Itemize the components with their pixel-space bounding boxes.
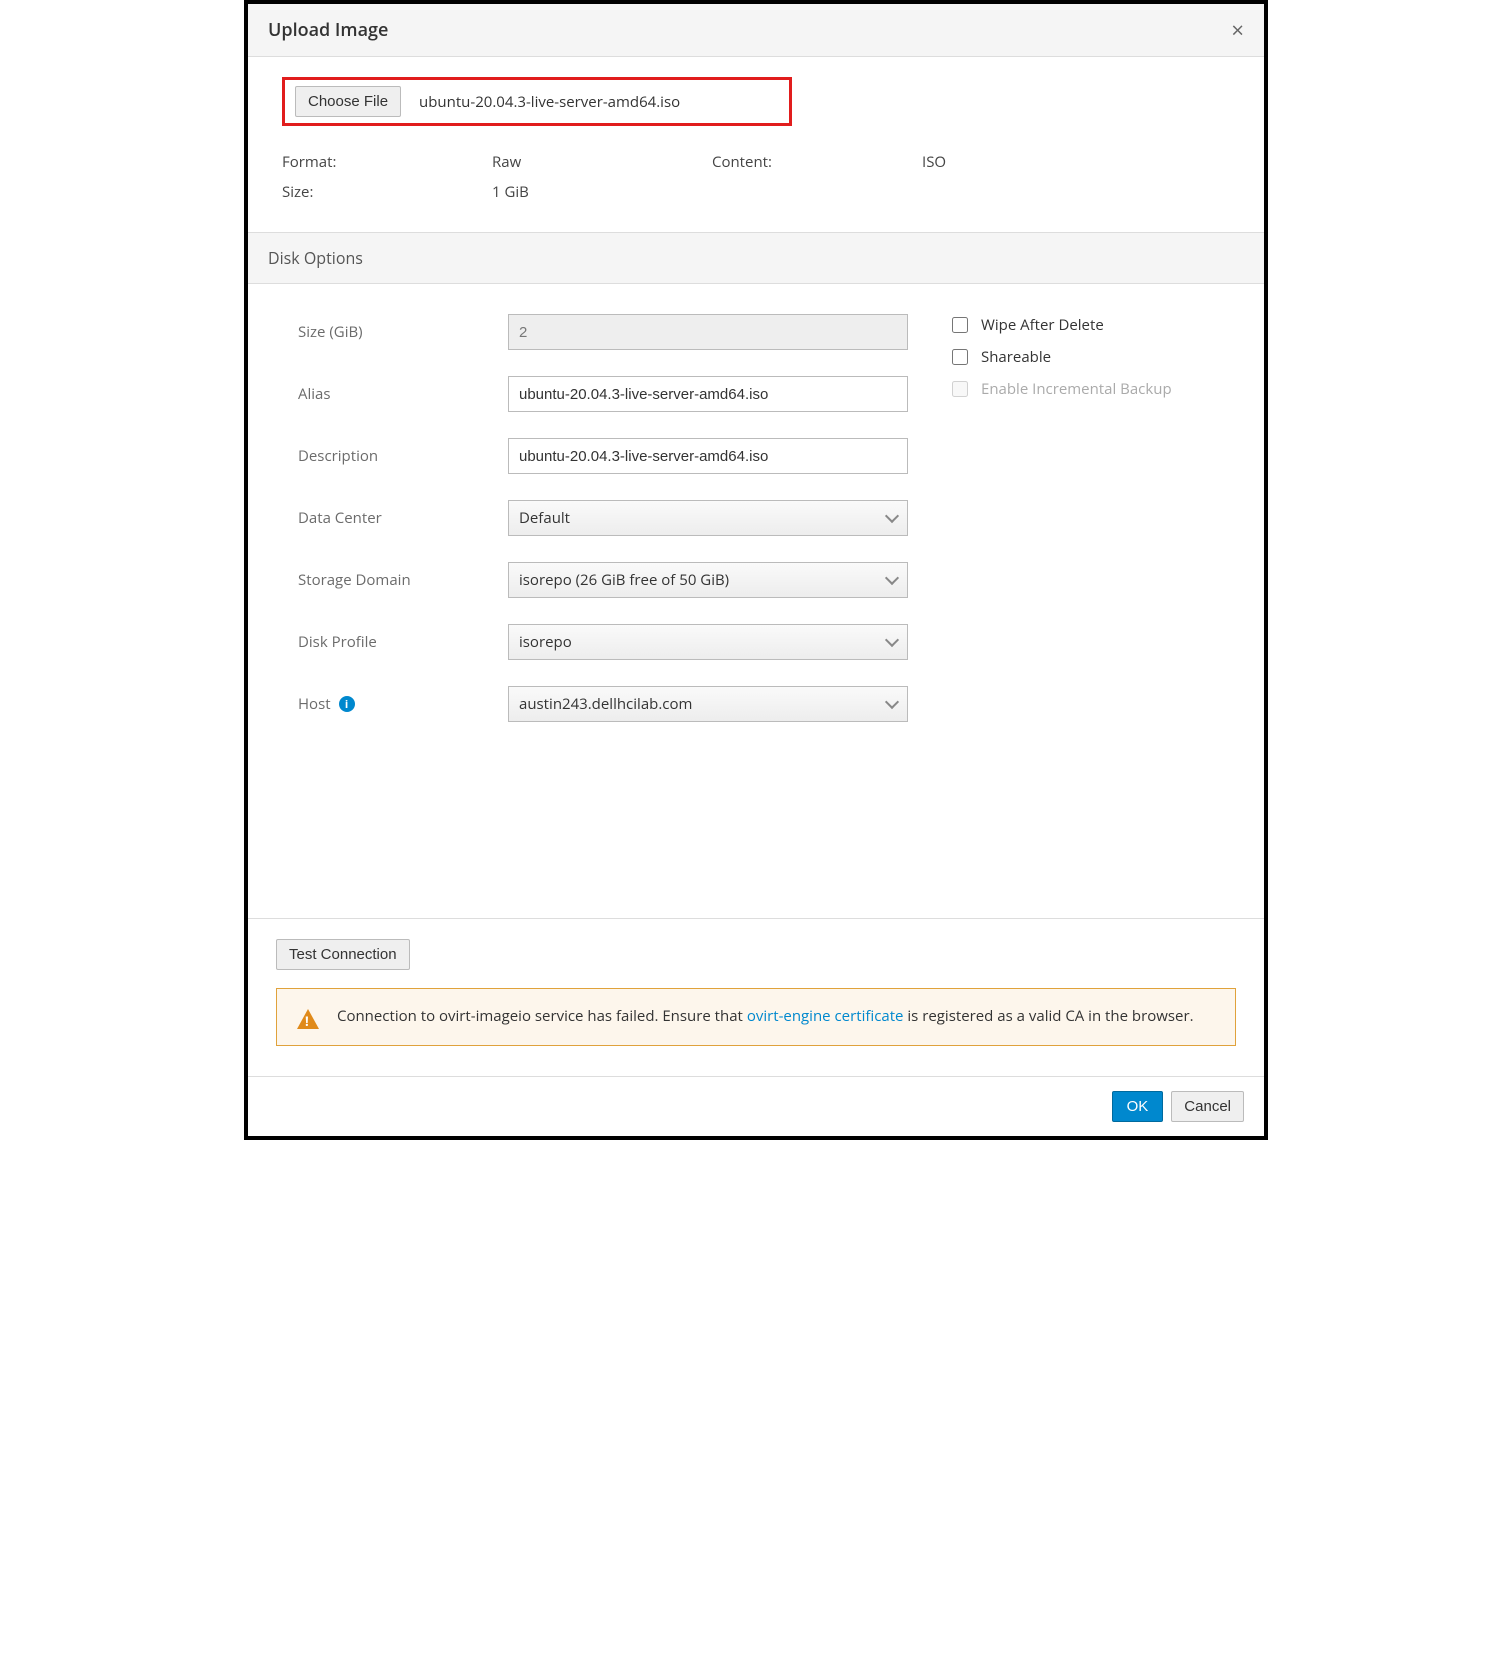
disk-profile-label: Disk Profile xyxy=(298,632,508,652)
shareable-input[interactable] xyxy=(952,349,968,365)
wipe-after-delete-checkbox[interactable]: Wipe After Delete xyxy=(948,314,1214,336)
incremental-backup-input xyxy=(952,381,968,397)
dialog-footer: OK Cancel xyxy=(248,1076,1264,1136)
size-gib-label: Size (GiB) xyxy=(298,322,508,342)
content-value: ISO xyxy=(922,152,1122,172)
choose-file-button[interactable]: Choose File xyxy=(295,86,401,117)
shareable-checkbox[interactable]: Shareable xyxy=(948,346,1214,368)
storage-domain-select[interactable]: isorepo (26 GiB free of 50 GiB) xyxy=(508,562,908,598)
test-connection-area: Test Connection Connection to ovirt-imag… xyxy=(248,919,1264,1076)
wipe-after-delete-input[interactable] xyxy=(952,317,968,333)
upload-image-dialog: Upload Image × Choose File ubuntu-20.04.… xyxy=(244,0,1268,1140)
storage-domain-label: Storage Domain xyxy=(298,570,508,590)
dialog-header: Upload Image × xyxy=(248,4,1264,57)
content-label: Content: xyxy=(712,152,922,172)
ok-button[interactable]: OK xyxy=(1112,1091,1164,1122)
disk-options-form: Size (GiB) Wipe After Delete Shareable E… xyxy=(248,284,1264,762)
file-chooser-row: Choose File ubuntu-20.04.3-live-server-a… xyxy=(282,77,792,126)
format-value: Raw xyxy=(492,152,712,172)
info-icon[interactable]: i xyxy=(339,696,355,712)
size-label: Size: xyxy=(282,182,492,202)
cancel-button[interactable]: Cancel xyxy=(1171,1091,1244,1122)
file-info-grid: Format: Raw Content: ISO Size: 1 GiB xyxy=(282,152,1230,202)
alert-message: Connection to ovirt-imageio service has … xyxy=(337,1005,1194,1029)
host-label: Host xyxy=(298,694,331,714)
checkbox-group: Wipe After Delete Shareable Enable Incre… xyxy=(948,314,1214,410)
close-icon[interactable]: × xyxy=(1231,19,1244,41)
file-section: Choose File ubuntu-20.04.3-live-server-a… xyxy=(248,57,1264,232)
host-select[interactable]: austin243.dellhcilab.com xyxy=(508,686,908,722)
disk-profile-select[interactable]: isorepo xyxy=(508,624,908,660)
size-gib-input xyxy=(508,314,908,350)
certificate-link[interactable]: ovirt-engine certificate xyxy=(747,1006,904,1026)
selected-filename: ubuntu-20.04.3-live-server-amd64.iso xyxy=(419,92,680,112)
data-center-select[interactable]: Default xyxy=(508,500,908,536)
test-connection-button[interactable]: Test Connection xyxy=(276,939,410,970)
description-label: Description xyxy=(298,446,508,466)
dialog-title: Upload Image xyxy=(268,18,388,42)
host-label-row: Host i xyxy=(298,694,508,714)
description-input[interactable] xyxy=(508,438,908,474)
size-value: 1 GiB xyxy=(492,182,712,202)
alias-label: Alias xyxy=(298,384,508,404)
data-center-label: Data Center xyxy=(298,508,508,528)
incremental-backup-checkbox: Enable Incremental Backup xyxy=(948,378,1214,400)
format-label: Format: xyxy=(282,152,492,172)
connection-alert: Connection to ovirt-imageio service has … xyxy=(276,988,1236,1046)
disk-options-header: Disk Options xyxy=(248,232,1264,284)
warning-icon xyxy=(297,1009,319,1029)
alias-input[interactable] xyxy=(508,376,908,412)
